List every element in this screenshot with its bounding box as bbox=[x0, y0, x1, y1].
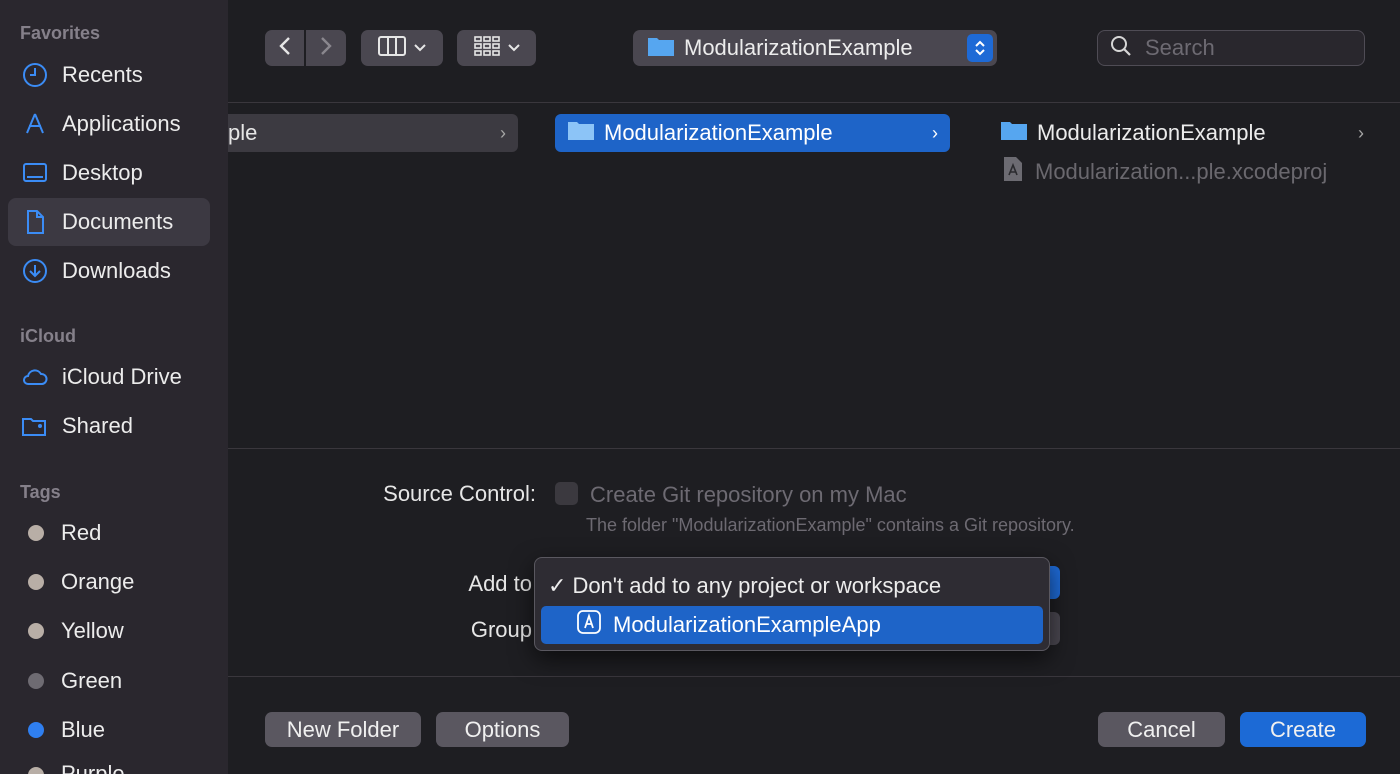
sidebar-item-label: Blue bbox=[61, 717, 106, 742]
folder-icon bbox=[567, 119, 595, 147]
sidebar-item-recents[interactable]: Recents bbox=[8, 51, 210, 99]
back-button[interactable] bbox=[265, 30, 304, 66]
view-mode-button[interactable] bbox=[361, 30, 443, 66]
sidebar-tag-blue[interactable]: Blue bbox=[8, 706, 210, 754]
sidebar-item-label: Yellow bbox=[61, 618, 124, 643]
sidebar-tag-orange[interactable]: Orange bbox=[8, 558, 210, 606]
add-to-popup-edge[interactable] bbox=[1050, 566, 1060, 599]
sidebar-item-label: Shared bbox=[62, 413, 133, 438]
search-placeholder: Search bbox=[1145, 35, 1215, 60]
grid-icon bbox=[473, 35, 500, 61]
sidebar-item-label: Applications bbox=[62, 111, 181, 136]
search-icon bbox=[1110, 35, 1132, 62]
sidebar-item-shared[interactable]: Shared bbox=[8, 402, 210, 450]
location-popup[interactable]: ModularizationExample bbox=[633, 30, 997, 66]
git-checkbox[interactable] bbox=[555, 482, 578, 505]
toolbar-divider bbox=[228, 102, 1400, 103]
location-label: ModularizationExample bbox=[684, 35, 913, 60]
sidebar-item-icloud-drive[interactable]: iCloud Drive bbox=[8, 353, 210, 401]
cancel-button[interactable]: Cancel bbox=[1098, 712, 1225, 747]
source-control-label: Source Control: bbox=[383, 481, 536, 506]
checkmark-icon: ✓ bbox=[548, 573, 567, 598]
main-panel: ModularizationExample Search ple › Modul… bbox=[228, 0, 1400, 774]
menu-item-label: ModularizationExampleApp bbox=[613, 612, 881, 637]
chevron-left-icon bbox=[278, 36, 292, 61]
add-to-label: Add to bbox=[468, 571, 532, 596]
clock-icon bbox=[20, 60, 50, 90]
download-icon bbox=[20, 256, 50, 286]
sidebar-item-label: Green bbox=[61, 668, 123, 693]
shared-folder-icon bbox=[20, 411, 50, 441]
new-folder-button[interactable]: New Folder bbox=[265, 712, 421, 747]
group-by-button[interactable] bbox=[457, 30, 536, 66]
group-popup-edge[interactable] bbox=[1050, 612, 1060, 645]
folder-icon bbox=[1000, 119, 1028, 147]
column3-item-xcodeproj[interactable]: Modularization...ple.xcodeproj bbox=[988, 153, 1376, 191]
menu-item-project-app[interactable]: ModularizationExampleApp bbox=[541, 606, 1043, 644]
icloud-header: iCloud bbox=[20, 326, 76, 346]
column3-item-label: ModularizationExample bbox=[1037, 120, 1266, 145]
chevron-right-icon: › bbox=[932, 122, 938, 143]
chevron-right-icon: › bbox=[500, 122, 506, 143]
sidebar-item-label: Orange bbox=[61, 569, 135, 594]
sidebar-tag-purple[interactable]: Purple bbox=[8, 752, 210, 774]
sidebar-tag-yellow[interactable]: Yellow bbox=[8, 607, 210, 655]
sidebar-item-desktop[interactable]: Desktop bbox=[8, 149, 210, 197]
browser-divider bbox=[228, 448, 1400, 449]
column3-item-folder[interactable]: ModularizationExample › bbox=[988, 114, 1376, 152]
column2-item[interactable]: ModularizationExample › bbox=[555, 114, 950, 152]
tag-dot-icon bbox=[28, 623, 44, 639]
sidebar-item-applications[interactable]: Applications bbox=[8, 100, 210, 148]
group-label: Group bbox=[470, 617, 532, 642]
search-field[interactable]: Search bbox=[1097, 30, 1365, 66]
sidebar-tag-red[interactable]: Red bbox=[8, 509, 210, 557]
document-icon bbox=[20, 207, 50, 237]
xcodeproj-file-icon bbox=[1002, 156, 1024, 188]
sidebar-item-label: Recents bbox=[62, 62, 143, 87]
column3-item-label: Modularization...ple.xcodeproj bbox=[1035, 159, 1328, 184]
chevron-right-icon: › bbox=[1358, 122, 1364, 143]
sidebar-item-label: Documents bbox=[62, 209, 174, 234]
tag-dot-icon bbox=[28, 767, 44, 774]
column1-item-label: ple bbox=[228, 120, 258, 145]
form-divider bbox=[228, 676, 1400, 677]
tag-dot-icon bbox=[28, 722, 44, 738]
folder-icon bbox=[647, 35, 675, 62]
sidebar: Favorites Recents Applications Desktop D… bbox=[0, 0, 228, 774]
sidebar-item-downloads[interactable]: Downloads bbox=[8, 247, 210, 295]
tag-dot-icon bbox=[28, 673, 44, 689]
git-note: The folder "ModularizationExample" conta… bbox=[586, 515, 1075, 535]
sidebar-item-label: Desktop bbox=[62, 160, 143, 185]
desktop-icon bbox=[20, 158, 50, 188]
add-to-popup-menu: ✓ Don't add to any project or workspace … bbox=[534, 557, 1050, 651]
sidebar-item-documents[interactable]: Documents bbox=[8, 198, 210, 246]
menu-item-dont-add[interactable]: ✓ Don't add to any project or workspace bbox=[541, 567, 1043, 605]
chevron-right-icon bbox=[319, 36, 333, 61]
column1-item[interactable]: ple › bbox=[228, 114, 518, 152]
forward-button[interactable] bbox=[306, 30, 346, 66]
tag-dot-icon bbox=[28, 525, 44, 541]
chevron-down-icon bbox=[414, 39, 426, 57]
chevron-down-icon bbox=[507, 39, 520, 57]
app-icon bbox=[577, 610, 601, 640]
cloud-icon bbox=[20, 362, 50, 392]
sidebar-item-label: Purple bbox=[61, 761, 125, 774]
applications-icon bbox=[20, 109, 50, 139]
updown-chevron-icon bbox=[967, 34, 993, 62]
sidebar-tag-green[interactable]: Green bbox=[8, 657, 210, 705]
columns-view-icon bbox=[378, 35, 406, 61]
options-button[interactable]: Options bbox=[436, 712, 569, 747]
tags-header: Tags bbox=[20, 482, 61, 502]
sidebar-item-label: iCloud Drive bbox=[62, 364, 182, 389]
menu-item-label: Don't add to any project or workspace bbox=[572, 573, 942, 598]
sidebar-item-label: Downloads bbox=[62, 258, 171, 283]
favorites-header: Favorites bbox=[20, 23, 101, 43]
git-checkbox-label: Create Git repository on my Mac bbox=[590, 482, 907, 507]
sidebar-item-label: Red bbox=[61, 520, 102, 545]
column2-item-label: ModularizationExample bbox=[604, 120, 833, 145]
tag-dot-icon bbox=[28, 574, 44, 590]
create-button[interactable]: Create bbox=[1240, 712, 1366, 747]
